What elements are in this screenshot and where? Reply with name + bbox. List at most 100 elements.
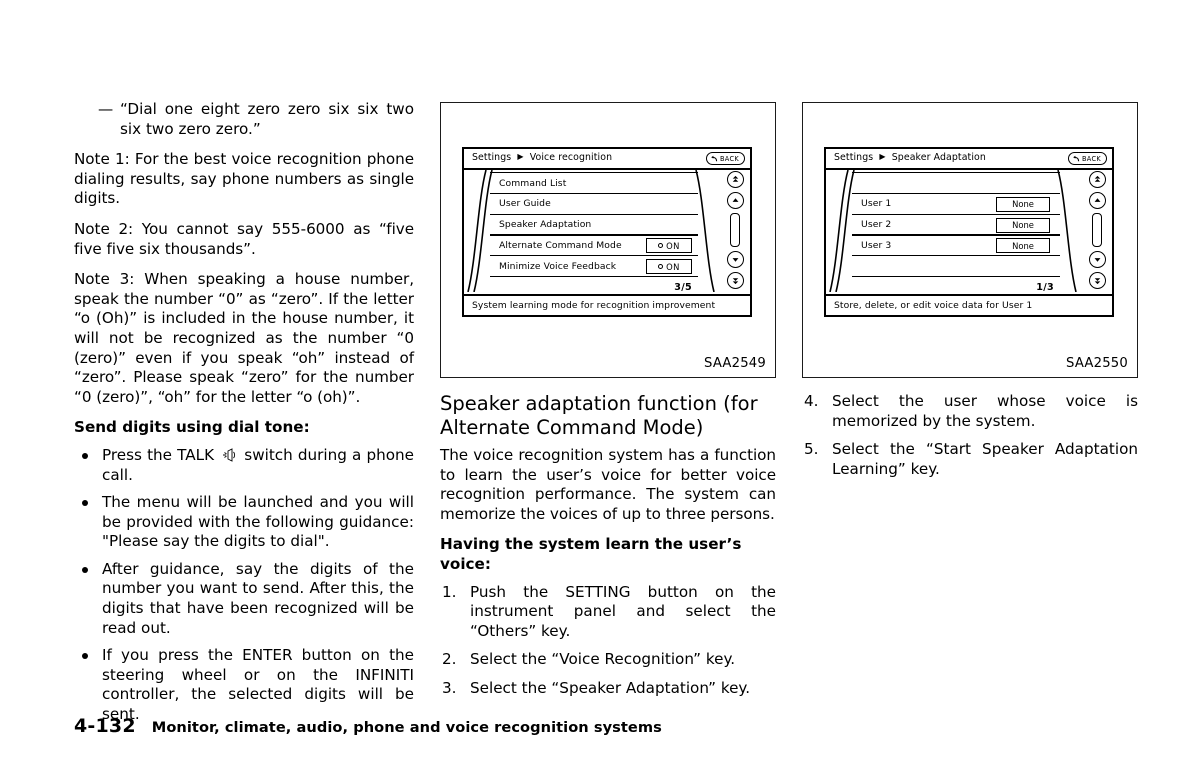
- dash-item-text: “Dial one eight zero zero six six two si…: [120, 100, 414, 138]
- note-3-paragraph: Note 3: When speaking a house number, sp…: [74, 270, 414, 406]
- step-text: Select the user whose voice is memorized…: [832, 392, 1138, 430]
- menu-row-empty-bottom: [852, 255, 1060, 278]
- value-user-3[interactable]: None: [996, 238, 1050, 254]
- menu-row-command-list[interactable]: Command List: [490, 172, 698, 194]
- intro-paragraph: The voice recognition system has a funct…: [440, 446, 776, 523]
- page-number: 4-132: [74, 715, 136, 737]
- scroll-down-icon[interactable]: [727, 251, 744, 268]
- screen-breadcrumb: Settings ▶ Voice recognition: [472, 152, 612, 163]
- send-digits-heading: Send digits using dial tone:: [74, 418, 310, 437]
- value-user-1[interactable]: None: [996, 196, 1050, 212]
- figure-caption: SAA2550: [1066, 356, 1128, 371]
- menu-row-speaker-adaptation[interactable]: Speaker Adaptation: [490, 213, 698, 236]
- screen-breadcrumb: Settings ▶ Speaker Adaptation: [834, 152, 986, 163]
- menu-row-label: Minimize Voice Feedback: [499, 260, 617, 272]
- figure-caption: SAA2549: [704, 356, 766, 371]
- middle-text-column: Speaker adaptation function (for Alterna…: [440, 392, 776, 699]
- back-arrow-icon: [1072, 155, 1080, 163]
- step-number: 5.: [804, 440, 819, 459]
- page-indicator: 3/5: [674, 282, 692, 292]
- scroll-to-top-icon[interactable]: [1089, 171, 1106, 188]
- menu-row-label: User 1: [861, 198, 892, 210]
- note-1-paragraph: Note 1: For the best voice recognition p…: [74, 150, 414, 208]
- scroll-down-icon[interactable]: [1089, 251, 1106, 268]
- note-2-paragraph: Note 2: You cannot say 555-6000 as “five…: [74, 219, 414, 258]
- nav-screen-speaker-adaptation: Settings ▶ Speaker Adaptation BACK User …: [824, 147, 1114, 317]
- breadcrumb-root: Settings: [834, 152, 874, 163]
- menu-row-label: Alternate Command Mode: [499, 239, 622, 251]
- menu-row-label: User 3: [861, 239, 892, 251]
- value-text: None: [1012, 199, 1034, 210]
- screen-status-text: System learning mode for recognition imp…: [472, 300, 716, 311]
- step-number: 3.: [442, 678, 457, 697]
- breadcrumb-leaf: Speaker Adaptation: [891, 152, 986, 163]
- toggle-minimize-voice-feedback[interactable]: ON: [646, 259, 692, 275]
- breadcrumb-root: Settings: [472, 152, 512, 163]
- step-text: Select the “Start Speaker Adaptation Lea…: [832, 440, 1138, 478]
- value-text: None: [1012, 220, 1034, 231]
- back-button[interactable]: BACK: [1067, 152, 1107, 165]
- menu-row-minimize-voice-feedback[interactable]: Minimize Voice Feedback ON: [490, 255, 698, 278]
- scroll-up-icon[interactable]: [727, 192, 744, 209]
- dash-list-item: — “Dial one eight zero zero six six two …: [74, 100, 414, 139]
- menu-row-label: User Guide: [499, 198, 551, 210]
- section-heading: Speaker adaptation function (for Alterna…: [440, 392, 758, 439]
- manual-page: — “Dial one eight zero zero six six two …: [0, 0, 1200, 763]
- menu-list: User 1 None User 2 None User 3 None 1/3: [852, 172, 1060, 292]
- screen-status-text: Store, delete, or edit voice data for Us…: [834, 300, 1033, 311]
- list-item: The menu will be launched and you will b…: [74, 493, 414, 552]
- scroll-to-top-icon[interactable]: [727, 171, 744, 188]
- figure-saa2550: Settings ▶ Speaker Adaptation BACK User …: [802, 102, 1138, 378]
- menu-row-user-1[interactable]: User 1 None: [852, 192, 1060, 215]
- page-indicator: 1/3: [1036, 282, 1054, 292]
- learn-voice-subheading: Having the system learn the user’s voice…: [440, 535, 742, 573]
- em-dash-marker: —: [98, 100, 114, 118]
- screen-status-bar: System learning mode for recognition imp…: [464, 294, 750, 315]
- breadcrumb-leaf: Voice recognition: [529, 152, 613, 163]
- bullet-text-before-icon: Press the TALK: [102, 445, 215, 464]
- screen-right-curve-decoration: [1056, 170, 1086, 292]
- scrollbar[interactable]: [724, 171, 748, 291]
- scroll-up-icon[interactable]: [1089, 192, 1106, 209]
- back-button-label: BACK: [719, 154, 739, 163]
- menu-row-alternate-command-mode[interactable]: Alternate Command Mode ON: [490, 234, 698, 257]
- list-item: 4. Select the user whose voice is memori…: [802, 392, 1138, 431]
- value-user-2[interactable]: None: [996, 217, 1050, 233]
- back-arrow-icon: [710, 155, 718, 163]
- list-item: 3. Select the “Speaker Adaptation” key.: [440, 679, 776, 699]
- right-text-column: 4. Select the user whose voice is memori…: [802, 392, 1138, 479]
- back-button-label: BACK: [1081, 154, 1101, 163]
- list-item: 2. Select the “Voice Recognition” key.: [440, 650, 776, 670]
- learn-voice-steps: 1. Push the SETTING button on the instru…: [440, 583, 776, 699]
- send-digits-bullet-list: Press the TALK switch during a phone cal…: [74, 446, 414, 725]
- scrollbar-thumb[interactable]: [730, 213, 740, 247]
- nav-screen-voice-recognition: Settings ▶ Voice recognition BACK Comman…: [462, 147, 752, 317]
- menu-row-label: Speaker Adaptation: [499, 219, 592, 231]
- menu-row-user-2[interactable]: User 2 None: [852, 213, 1060, 236]
- list-item: If you press the ENTER button on the ste…: [74, 646, 414, 724]
- step-text: Select the “Voice Recognition” key.: [470, 650, 736, 669]
- page-footer: 4-132 Monitor, climate, audio, phone and…: [74, 715, 662, 737]
- menu-row-user-guide[interactable]: User Guide: [490, 192, 698, 215]
- talk-switch-icon: [221, 448, 237, 462]
- list-item: After guidance, say the digits of the nu…: [74, 560, 414, 638]
- list-item: 5. Select the “Start Speaker Adaptation …: [802, 440, 1138, 479]
- screen-body: User 1 None User 2 None User 3 None 1/3: [826, 170, 1112, 292]
- menu-row-label: User 2: [861, 219, 892, 231]
- scrollbar[interactable]: [1086, 171, 1110, 291]
- breadcrumb-arrow-icon: ▶: [879, 152, 886, 161]
- step-number: 4.: [804, 392, 819, 410]
- step-text: Select the “Speaker Adaptation” key.: [470, 678, 751, 697]
- screen-header: Settings ▶ Voice recognition BACK: [464, 149, 750, 170]
- toggle-indicator-icon: [658, 264, 664, 270]
- step-text: Push the SETTING button on the instrumen…: [470, 582, 776, 640]
- toggle-indicator-icon: [658, 243, 664, 249]
- scroll-to-bottom-icon[interactable]: [727, 272, 744, 289]
- menu-row-user-3[interactable]: User 3 None: [852, 234, 1060, 257]
- back-button[interactable]: BACK: [705, 152, 745, 165]
- scroll-to-bottom-icon[interactable]: [1089, 272, 1106, 289]
- toggle-alternate-command-mode[interactable]: ON: [646, 238, 692, 254]
- toggle-value: ON: [666, 261, 680, 272]
- left-text-column: — “Dial one eight zero zero six six two …: [74, 100, 414, 725]
- scrollbar-thumb[interactable]: [1092, 213, 1102, 247]
